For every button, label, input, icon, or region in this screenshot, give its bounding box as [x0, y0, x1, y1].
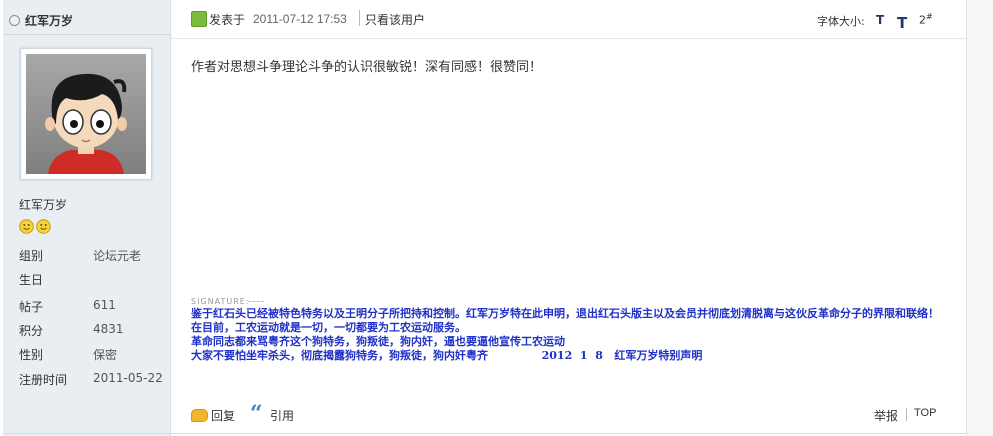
signature-divider — [248, 301, 264, 303]
signature-line: 革命同志都来骂粤齐这个狗特务，狗叛徒，狗内奸，逼也要逼他宣传工农运动 — [191, 335, 565, 348]
medal-list — [19, 219, 51, 234]
floor-number-link[interactable]: 2# — [919, 12, 933, 27]
post-timestamp: 2011-07-12 17:53 — [253, 12, 347, 26]
info-key: 生日 — [19, 273, 44, 287]
info-value: 611 — [93, 298, 116, 312]
smiley-medal-icon — [36, 219, 51, 234]
info-key: 组别 — [19, 249, 44, 263]
info-value[interactable]: 论坛元老 — [93, 247, 141, 264]
font-small-button[interactable]: T — [876, 13, 884, 27]
info-value: 保密 — [93, 348, 118, 362]
reply-button[interactable]: 回复 — [211, 407, 235, 424]
info-key: 积分 — [19, 324, 44, 338]
post-content: 作者对思想斗争理论斗争的认识很敏锐！深有同感！很赞同！ — [191, 60, 543, 75]
post-header: 发表于 2011-07-12 17:53 只看该用户 字体大小: T T 2# — [171, 0, 966, 39]
font-large-button[interactable]: T — [897, 14, 907, 32]
posted-label: 发表于 — [209, 13, 246, 27]
signature-label: SIGNATURE: — [191, 297, 250, 306]
info-key: 注册时间 — [19, 373, 68, 387]
only-author-link[interactable]: 只看该用户 — [365, 11, 425, 28]
post-icon — [191, 11, 207, 27]
sidebar-divider — [3, 34, 170, 35]
signature: 鉴于红石头已经被特色特务以及王明分子所把持和控制。红军万岁特在此申明，退出红石头… — [191, 307, 961, 363]
header-divider — [359, 10, 360, 26]
author-name-bar: 红军万岁 — [3, 7, 170, 33]
info-key: 帖子 — [19, 300, 44, 314]
footer-divider — [906, 408, 907, 421]
info-key: 性别 — [19, 348, 44, 362]
quote-button[interactable]: 引用 — [270, 407, 294, 424]
quote-icon[interactable]: “ — [250, 403, 263, 425]
reply-icon[interactable] — [191, 409, 208, 422]
info-value: 4831 — [93, 322, 124, 336]
author-sidebar: 红军万岁 红军万岁 组别 论坛元老 生日 帖子 611 积分 4831 性别 保… — [3, 0, 171, 436]
signature-line: 鉴于红石头已经被特色特务以及王明分子所把持和控制。红军万岁特在此申明，退出红石头… — [191, 307, 939, 320]
bottom-border — [3, 433, 966, 434]
right-scroll-area — [966, 0, 993, 436]
floor-number: 2 — [919, 13, 926, 27]
floor-suffix: # — [926, 12, 933, 21]
author-name-link[interactable]: 红军万岁 — [25, 12, 73, 29]
font-size-label: 字体大小: — [817, 15, 865, 28]
signature-line: 在目前，工农运动就是一切，一切都要为工农运动服务。 — [191, 321, 466, 334]
online-status-icon — [9, 14, 20, 26]
post-footer: 回复 “ 引用 举报 TOP — [171, 396, 966, 432]
smiley-medal-icon — [19, 219, 34, 234]
report-button[interactable]: 举报 — [874, 407, 898, 424]
avatar-cartoon-icon — [26, 54, 146, 174]
avatar[interactable] — [20, 48, 152, 180]
info-value: 2011-05-22 — [93, 371, 163, 385]
author-name-label[interactable]: 红军万岁 — [19, 196, 67, 213]
top-button[interactable]: TOP — [914, 407, 936, 419]
signature-line: 大家不要怕坐牢杀头，彻底揭露狗特务，狗叛徒，狗内奸粤齐 2012 1 8 红军万… — [191, 349, 703, 362]
